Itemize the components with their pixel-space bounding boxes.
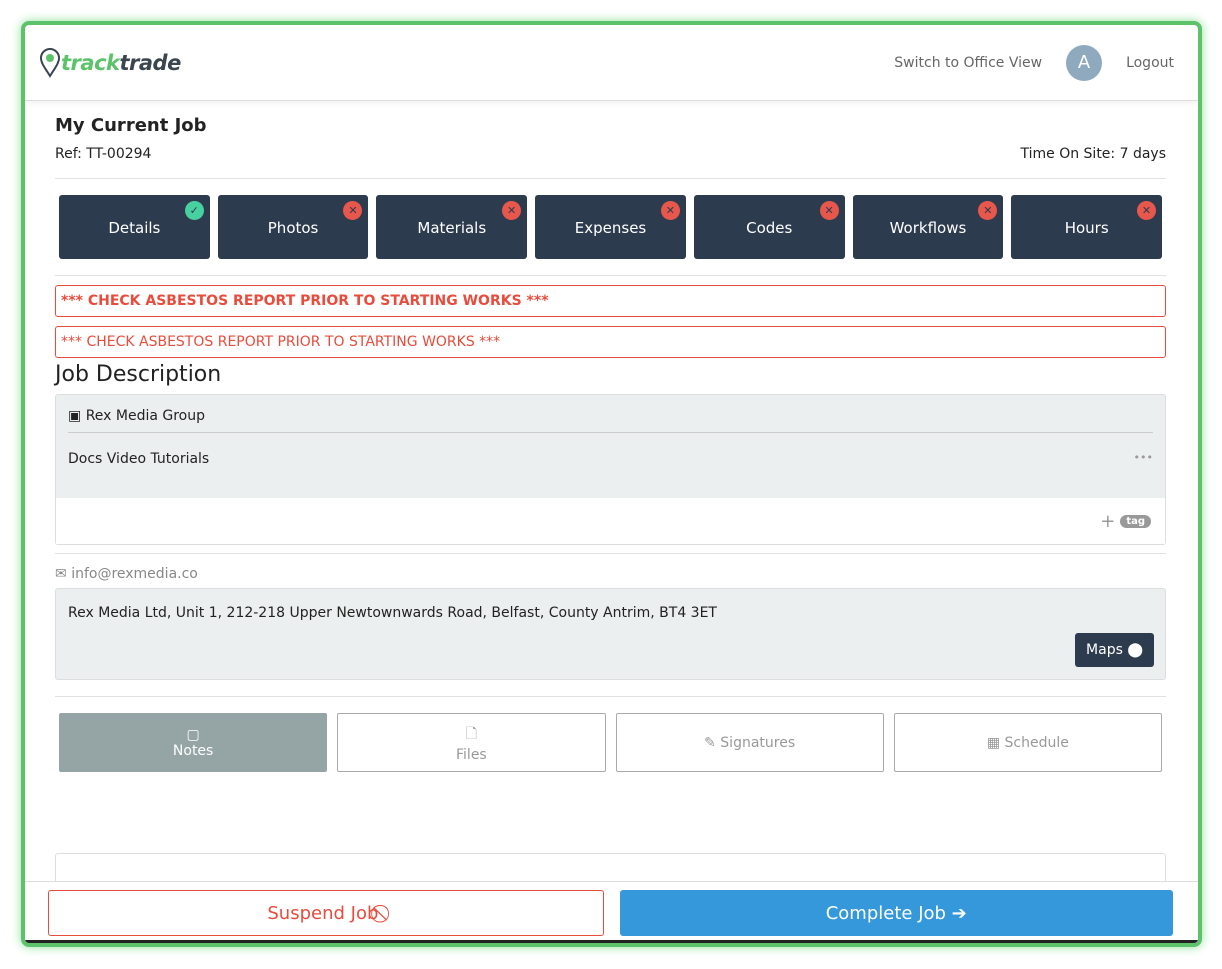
tab-label: Expenses <box>574 219 647 237</box>
tab-schedule[interactable]: ▦ Schedule <box>893 713 1162 772</box>
maps-button[interactable]: Maps ⬤ <box>1075 633 1154 667</box>
tab-photos[interactable]: Photos ✕ <box>217 195 369 259</box>
logo-text-track: track <box>61 50 120 75</box>
tab-details[interactable]: Details ✓ <box>59 195 210 259</box>
tab-label: Codes <box>746 219 793 237</box>
calendar-icon: ▦ <box>986 734 1001 751</box>
map-marker-icon: ⬤ <box>1127 642 1143 658</box>
address-card: Rex Media Ltd, Unit 1, 212-218 Upper New… <box>55 588 1166 680</box>
contact-card-icon: ▣ <box>68 408 82 424</box>
tag-button[interactable]: tag <box>1120 514 1151 528</box>
tab-label: Files <box>456 746 487 763</box>
pencil-icon: ✎ <box>704 734 716 751</box>
bottom-tabs: ▢ Notes 🗋 Files ✎ Signatures ▦ Schedule <box>55 696 1166 788</box>
suspend-label: Suspend Job <box>267 902 379 924</box>
close-circle-icon: ✕ <box>978 201 998 220</box>
avatar[interactable]: A <box>1066 44 1103 81</box>
description-card: ▣ Rex Media Group Docs Video Tutorials ••… <box>55 394 1166 545</box>
job-description-heading: Job Description <box>55 362 222 387</box>
description-text: Docs Video Tutorials <box>68 451 210 467</box>
tab-materials[interactable]: Materials ✕ <box>376 195 528 259</box>
contact-email[interactable]: info@rexmedia.co <box>71 566 198 582</box>
time-on-site: Time On Site: 7 days <box>1020 146 1166 162</box>
complete-job-button[interactable]: Complete Job ➔ <box>619 890 1173 936</box>
note-icon: ▢ <box>186 726 200 743</box>
close-circle-icon: ✕ <box>819 201 839 220</box>
app-window: track trade Switch to Office View A Logou… <box>21 21 1202 947</box>
file-icon: 🗋 <box>465 725 477 742</box>
tab-codes[interactable]: Codes ✕ <box>693 195 845 259</box>
close-circle-icon: ✕ <box>1137 201 1157 220</box>
close-circle-icon: ✕ <box>660 201 680 220</box>
tab-label: Details <box>108 219 161 237</box>
page-title: My Current Job <box>55 115 207 136</box>
footer-actions: Suspend Job ⃠ Complete Job ➔ <box>25 881 1198 943</box>
logout-link[interactable]: Logout <box>1126 55 1174 71</box>
complete-label: Complete Job <box>825 902 946 924</box>
tab-label: Notes <box>172 742 214 759</box>
tab-label: Signatures <box>720 734 796 751</box>
suspend-job-button[interactable]: Suspend Job ⃠ <box>48 890 604 936</box>
envelope-icon: ✉ <box>55 566 67 582</box>
tab-label: Materials <box>417 219 487 237</box>
check-icon: ✓ <box>184 201 204 220</box>
add-tag-icon[interactable]: + <box>1100 511 1115 532</box>
tab-notes[interactable]: ▢ Notes <box>59 713 328 772</box>
arrow-right-icon: ➔ <box>951 902 967 924</box>
client-name: Rex Media Group <box>85 408 206 424</box>
job-ref: Ref: TT-00294 <box>55 146 152 162</box>
tab-label: Hours <box>1064 219 1109 237</box>
alert-banner: *** CHECK ASBESTOS REPORT PRIOR TO START… <box>55 326 1166 358</box>
location-pin-icon <box>39 47 61 78</box>
close-circle-icon: ✕ <box>502 201 522 220</box>
tab-label: Schedule <box>1004 734 1069 751</box>
logo[interactable]: track trade <box>39 47 181 78</box>
maps-label: Maps <box>1086 642 1123 658</box>
logo-text-trade: trade <box>119 50 181 75</box>
alert-banner: *** CHECK ASBESTOS REPORT PRIOR TO START… <box>55 285 1166 317</box>
tab-expenses[interactable]: Expenses ✕ <box>535 195 686 259</box>
switch-office-view-link[interactable]: Switch to Office View <box>894 55 1042 71</box>
more-options-icon[interactable]: ••• <box>1134 451 1153 467</box>
job-section-tabs: Details ✓ Photos ✕ Materials ✕ Expenses ✕ Co… <box>55 179 1166 276</box>
close-circle-icon: ✕ <box>343 201 363 220</box>
tab-label: Workflows <box>889 219 967 237</box>
tab-hours[interactable]: Hours ✕ <box>1011 195 1163 259</box>
tab-label: Photos <box>267 219 319 237</box>
tab-files[interactable]: 🗋 Files <box>337 713 606 772</box>
tab-workflows[interactable]: Workflows ✕ <box>852 195 1004 259</box>
address-text: Rex Media Ltd, Unit 1, 212-218 Upper New… <box>68 605 717 621</box>
tab-signatures[interactable]: ✎ Signatures <box>615 713 884 772</box>
top-nav: track trade Switch to Office View A Logou… <box>25 25 1198 101</box>
